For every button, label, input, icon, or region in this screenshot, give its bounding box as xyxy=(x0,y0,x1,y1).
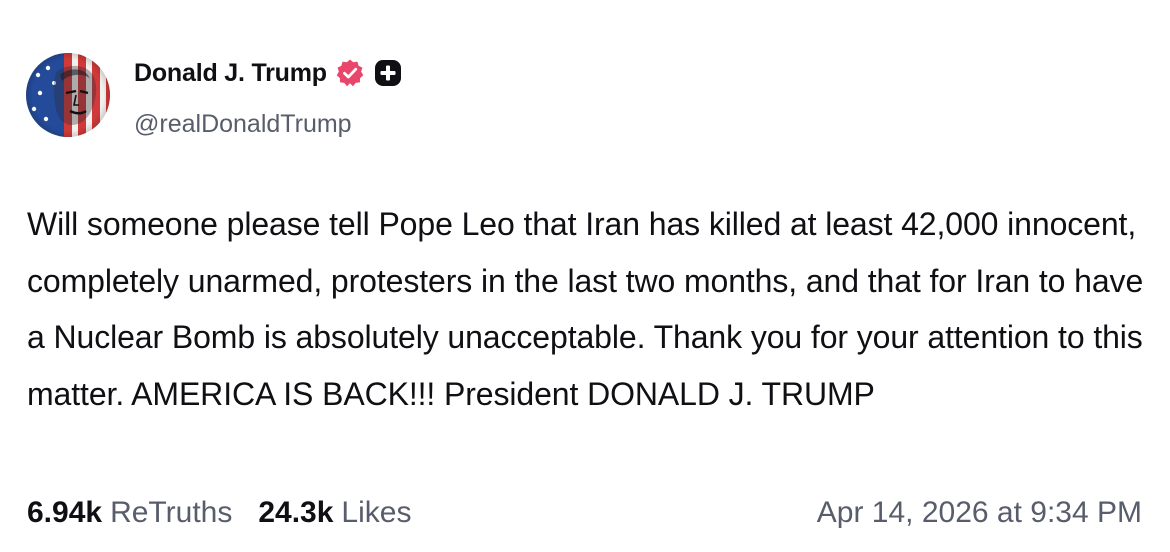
truth-post: Donald J. Trump @realDonaldTrump Will so… xyxy=(0,0,1170,552)
plus-badge-icon xyxy=(373,58,403,88)
retruths-label: ReTruths xyxy=(110,496,233,529)
flag-portrait-avatar-icon xyxy=(26,53,110,137)
post-text-content: Will someone please tell Pope Leo that I… xyxy=(27,206,1144,412)
likes-stat[interactable]: 24.3k Likes xyxy=(258,496,411,530)
author-handle[interactable]: @realDonaldTrump xyxy=(134,110,352,139)
post-text: Will someone please tell Pope Leo that I… xyxy=(27,196,1152,422)
author-name-row: Donald J. Trump xyxy=(134,56,403,90)
retruths-stat[interactable]: 6.94k ReTruths xyxy=(27,496,232,530)
verified-badge-icon xyxy=(335,58,365,88)
post-footer: 6.94k ReTruths 24.3k Likes Apr 14, 2026 … xyxy=(27,492,1142,534)
post-timestamp[interactable]: Apr 14, 2026 at 9:34 PM xyxy=(817,496,1142,530)
retruths-count: 6.94k xyxy=(27,496,103,529)
author-display-name[interactable]: Donald J. Trump xyxy=(134,59,327,88)
author-avatar[interactable] xyxy=(26,53,110,137)
likes-count: 24.3k xyxy=(258,496,334,529)
likes-label: Likes xyxy=(341,496,412,529)
